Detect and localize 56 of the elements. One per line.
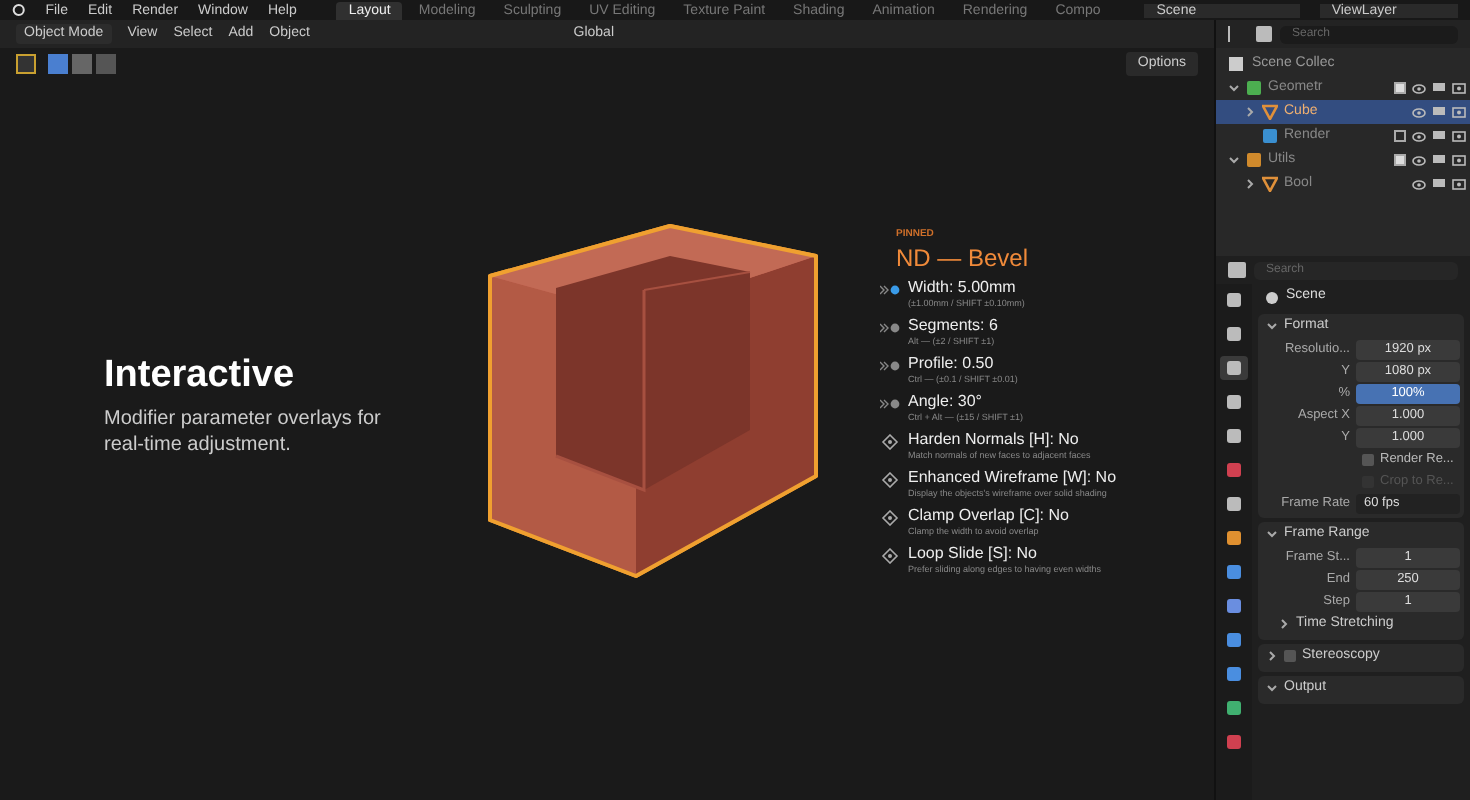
property-tab[interactable] [1220,356,1248,380]
eye-icon[interactable] [1412,155,1426,165]
property-tab-icon [1226,734,1242,750]
checkbox[interactable] [1394,82,1406,94]
property-tab-icon [1226,326,1242,342]
triangle-icon [1262,176,1278,192]
property-tab-icon [1226,632,1242,648]
triangle-icon [1262,104,1278,120]
parameter-label: Profile: 0.50 [908,353,996,373]
eye-icon[interactable] [1412,131,1426,141]
property-tab-icon [1226,360,1242,376]
chevron-down-icon[interactable] [1228,154,1240,166]
chevron-right-icon[interactable] [1266,650,1278,662]
property-tab-icon [1226,292,1242,308]
chevron-down-icon[interactable] [1266,682,1278,694]
parameter-label: Clamp Overlap [C]: No [908,505,1069,525]
chevron-down-icon[interactable] [1266,528,1278,540]
parameter-label: Width: 5.00mm [908,277,1018,297]
chevron-right-icon[interactable] [1244,178,1256,190]
camera-icon[interactable] [1452,178,1466,190]
parameter-label: Harden Normals [H]: No [908,429,1081,449]
chevron-down-icon[interactable] [1228,82,1240,94]
property-tab-icon [1226,462,1242,478]
headline: Interactive [104,356,297,394]
checkbox[interactable] [1284,650,1296,662]
property-tab-icon [1226,394,1242,410]
property-tab-icon [1226,598,1242,614]
description: Modifier parameter overlays for real-time adjustment. [104,406,383,458]
camera-icon[interactable] [1452,130,1466,142]
chevron-down-icon[interactable] [1266,320,1278,332]
tool-select-icon[interactable] [16,54,36,74]
parameter-label: Segments: 6 [908,315,998,335]
overlay-title: ND — Bevel [894,243,1031,271]
parameter-label: Angle: 30° [908,391,985,411]
parameter-label: Enhanced Wireframe [W]: No [908,467,1117,487]
property-tab-icon [1226,700,1242,716]
property-tab-icon [1226,530,1242,546]
property-tab-icon [1226,496,1242,512]
chevron-right-icon[interactable] [1244,106,1256,118]
camera-icon[interactable] [1452,106,1466,118]
property-tab-icon [1226,564,1242,580]
checkbox[interactable] [1362,453,1374,465]
camera-icon[interactable] [1452,154,1466,166]
app-logo-icon[interactable] [12,2,26,18]
eye-icon[interactable] [1412,179,1426,189]
scene-icon [1264,289,1280,305]
chevron-right-icon[interactable] [1278,618,1290,630]
eye-icon[interactable] [1412,107,1426,117]
checkbox[interactable] [1394,130,1406,142]
eye-icon[interactable] [1412,83,1426,93]
property-tab-icon [1226,666,1242,682]
collection-box-icon [1228,56,1244,72]
property-tab-icon [1226,428,1242,444]
camera-icon[interactable] [1452,82,1466,94]
parameter-label: Loop Slide [S]: No [908,543,1039,563]
checkbox[interactable] [1394,154,1406,166]
